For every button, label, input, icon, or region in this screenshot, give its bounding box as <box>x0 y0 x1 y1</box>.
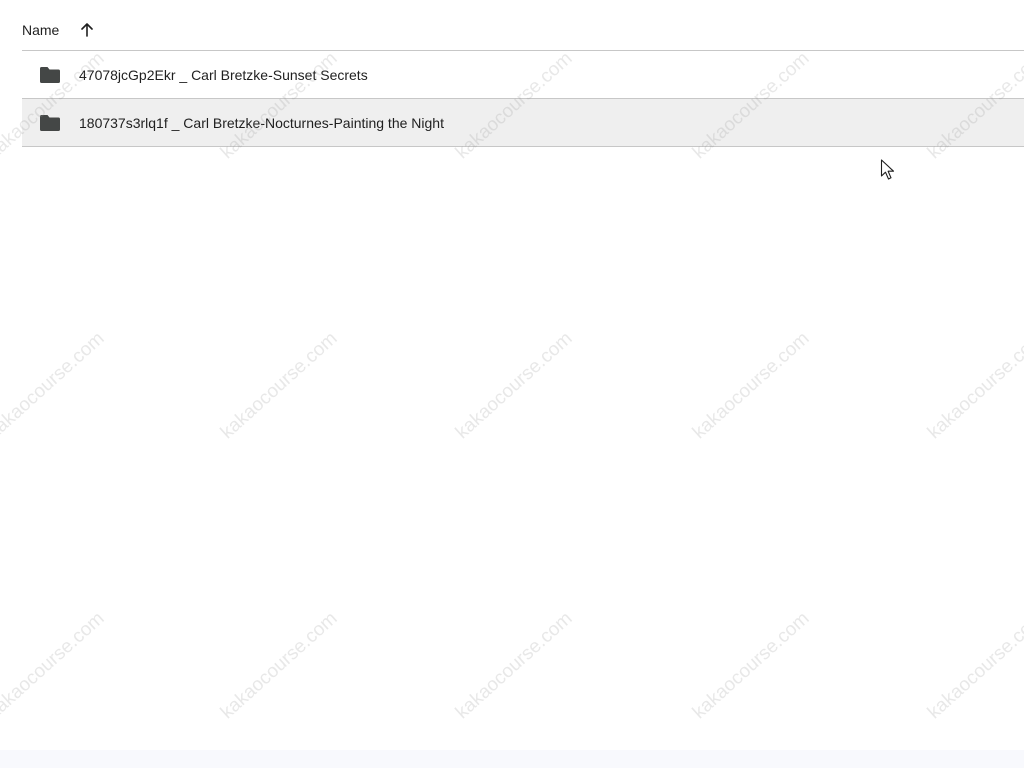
name-column-label: Name <box>22 22 60 38</box>
watermark-text: kakaocourse.com <box>0 328 109 444</box>
file-list-page: Name 47078jcGp2Ekr _ Carl Bretzke-Sunset… <box>0 0 1024 768</box>
watermark-text: kakaocourse.com <box>0 608 109 724</box>
watermark-text: kakaocourse.com <box>451 608 577 724</box>
list-header: Name <box>22 10 1024 51</box>
arrow-up-icon[interactable] <box>75 18 99 42</box>
watermark-text: kakaocourse.com <box>923 328 1024 444</box>
watermark-text: kakaocourse.com <box>451 328 577 444</box>
folder-name: 180737s3rlq1f _ Carl Bretzke-Nocturnes-P… <box>79 114 444 131</box>
bottom-bar <box>0 750 1024 768</box>
file-list: 47078jcGp2Ekr _ Carl Bretzke-Sunset Secr… <box>22 51 1024 147</box>
sort-by-name-button[interactable]: Name <box>22 14 99 46</box>
watermark-text: kakaocourse.com <box>688 608 814 724</box>
folder-name: 47078jcGp2Ekr _ Carl Bretzke-Sunset Secr… <box>79 66 368 83</box>
folder-icon <box>38 111 62 135</box>
watermark-text: kakaocourse.com <box>216 608 342 724</box>
watermark-text: kakaocourse.com <box>923 608 1024 724</box>
list-item[interactable]: 47078jcGp2Ekr _ Carl Bretzke-Sunset Secr… <box>22 51 1024 99</box>
mouse-pointer-icon <box>880 159 896 181</box>
watermark-text: kakaocourse.com <box>216 328 342 444</box>
watermark-text: kakaocourse.com <box>688 328 814 444</box>
folder-icon <box>38 63 62 87</box>
list-item[interactable]: 180737s3rlq1f _ Carl Bretzke-Nocturnes-P… <box>22 99 1024 147</box>
